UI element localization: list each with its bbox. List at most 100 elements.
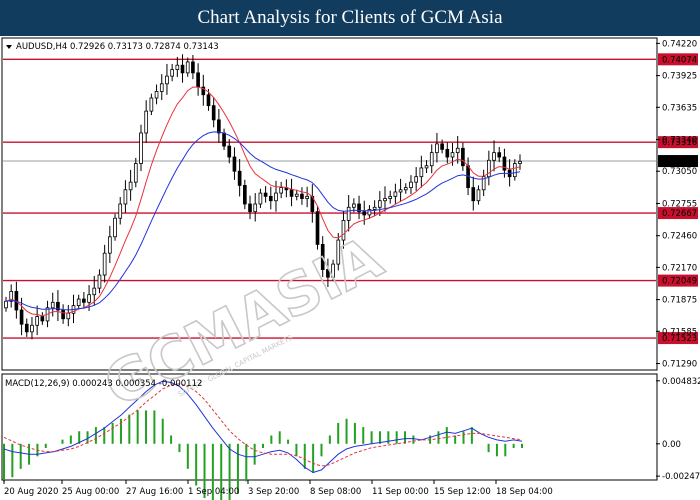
y-tick-label: 0.73925 bbox=[662, 72, 697, 82]
candle-body bbox=[445, 148, 450, 158]
candle-body bbox=[414, 176, 418, 183]
candle-body bbox=[268, 195, 273, 202]
candle-body bbox=[383, 198, 387, 202]
candle-body bbox=[377, 200, 382, 208]
candle-body bbox=[170, 69, 174, 77]
candle-body bbox=[289, 189, 294, 197]
chart-banner-title: Chart Analysis for Clients of GCM Asia bbox=[0, 0, 700, 36]
candle-body bbox=[180, 64, 185, 74]
candle-body bbox=[492, 152, 496, 161]
candle-body bbox=[352, 203, 356, 208]
candle-body bbox=[232, 156, 237, 172]
candle-body bbox=[435, 143, 439, 154]
candle-body bbox=[279, 187, 283, 194]
level-label: 0.74074 bbox=[662, 55, 697, 65]
candle-body bbox=[237, 170, 242, 186]
level-label: 0.72049 bbox=[662, 277, 697, 287]
candle-body bbox=[512, 163, 517, 178]
macd-y-tick-label: 0.004832 bbox=[662, 377, 700, 387]
candle-body bbox=[165, 75, 169, 85]
x-tick-label: 8 Sep 08:00 bbox=[310, 487, 361, 497]
candle-body bbox=[113, 217, 117, 238]
y-tick-label: 0.74220 bbox=[662, 39, 697, 49]
candle-body bbox=[211, 105, 216, 121]
x-tick-label: 3 Sep 20:00 bbox=[248, 487, 299, 497]
y-tick-label: 0.71875 bbox=[662, 296, 697, 306]
x-tick-label: 18 Sep 04:00 bbox=[496, 487, 553, 497]
candle-body bbox=[30, 324, 34, 333]
candle-body bbox=[476, 189, 481, 202]
y-tick-label: 0.72170 bbox=[662, 263, 697, 273]
candle-body bbox=[294, 193, 299, 197]
x-tick-label: 25 Aug 00:00 bbox=[62, 487, 119, 497]
candle-body bbox=[398, 189, 403, 193]
symbol-info: AUDUSD,H4 0.72926 0.73173 0.72874 0.7314… bbox=[6, 42, 219, 52]
candle-body bbox=[76, 298, 81, 307]
candle-body bbox=[346, 206, 351, 221]
candle-body bbox=[159, 83, 164, 92]
candle-body bbox=[403, 187, 408, 191]
candle-body bbox=[393, 191, 398, 197]
candle-body bbox=[243, 185, 247, 205]
candle-body bbox=[388, 195, 393, 199]
x-tick-label: 20 Aug 2020 bbox=[4, 487, 58, 497]
candle-body bbox=[97, 274, 102, 289]
candle-body bbox=[154, 91, 159, 99]
candle-body bbox=[263, 192, 268, 197]
current-price-label: 0.73143 bbox=[662, 157, 697, 167]
x-tick-label: 11 Sep 00:00 bbox=[372, 487, 429, 497]
candle-body bbox=[518, 160, 522, 164]
candle-body bbox=[61, 309, 65, 320]
candle-body bbox=[102, 252, 107, 276]
candle-body bbox=[128, 181, 133, 191]
candle-body bbox=[222, 132, 226, 147]
macd-y-tick-label: -0.002479 bbox=[662, 472, 700, 482]
candle-body bbox=[253, 203, 258, 213]
candle-body bbox=[66, 312, 71, 320]
candle-body bbox=[274, 192, 278, 202]
y-tick-label: 0.72755 bbox=[662, 199, 697, 209]
candle-body bbox=[50, 301, 55, 309]
y-tick-label: 0.72460 bbox=[662, 232, 697, 242]
candle-body bbox=[24, 323, 29, 333]
candle-body bbox=[175, 64, 180, 70]
candle-body bbox=[92, 287, 97, 296]
candle-body bbox=[461, 147, 465, 167]
candle-body bbox=[206, 94, 211, 107]
candle-body bbox=[424, 165, 429, 169]
candle-body bbox=[185, 61, 190, 74]
candle-body bbox=[362, 211, 367, 216]
candle-body bbox=[139, 132, 143, 164]
symbol-info-text: AUDUSD,H4 0.72926 0.73173 0.72874 0.7314… bbox=[16, 42, 219, 52]
candle-body bbox=[108, 236, 112, 254]
candle-body bbox=[305, 195, 309, 199]
candle-body bbox=[429, 152, 434, 167]
candle-body bbox=[471, 187, 476, 202]
candle-body bbox=[300, 193, 304, 199]
candle-body bbox=[258, 192, 263, 205]
candle-body bbox=[19, 309, 24, 325]
candle-body bbox=[196, 72, 200, 88]
candle-body bbox=[217, 119, 221, 134]
candle-body bbox=[248, 203, 252, 213]
candle-body bbox=[419, 167, 424, 178]
candle-body bbox=[315, 211, 320, 245]
x-tick-label: 1 Sep 04:00 bbox=[188, 487, 239, 497]
y-tick-label: 0.73635 bbox=[662, 103, 697, 113]
candle-body bbox=[35, 316, 39, 326]
candle-body bbox=[409, 181, 413, 189]
candle-body bbox=[82, 298, 86, 303]
y-tick-label: 0.73340 bbox=[662, 136, 697, 146]
x-tick-label: 27 Aug 16:00 bbox=[126, 487, 183, 497]
chart-area: 0.740740.733160.726670.720490.715230.731… bbox=[0, 36, 700, 500]
candle-body bbox=[133, 163, 138, 183]
candle-body bbox=[440, 143, 444, 150]
y-tick-label: 0.71585 bbox=[662, 327, 697, 337]
candle-body bbox=[497, 152, 502, 158]
candle-body bbox=[450, 152, 455, 158]
macd-indicator-label: MACD(12,26,9) 0.000243 0.000354 -0.00011… bbox=[5, 379, 202, 389]
y-tick-label: 0.73050 bbox=[662, 167, 697, 177]
candle-body bbox=[87, 294, 91, 303]
x-tick-label: 15 Sep 12:00 bbox=[434, 487, 491, 497]
candle-body bbox=[40, 316, 45, 322]
